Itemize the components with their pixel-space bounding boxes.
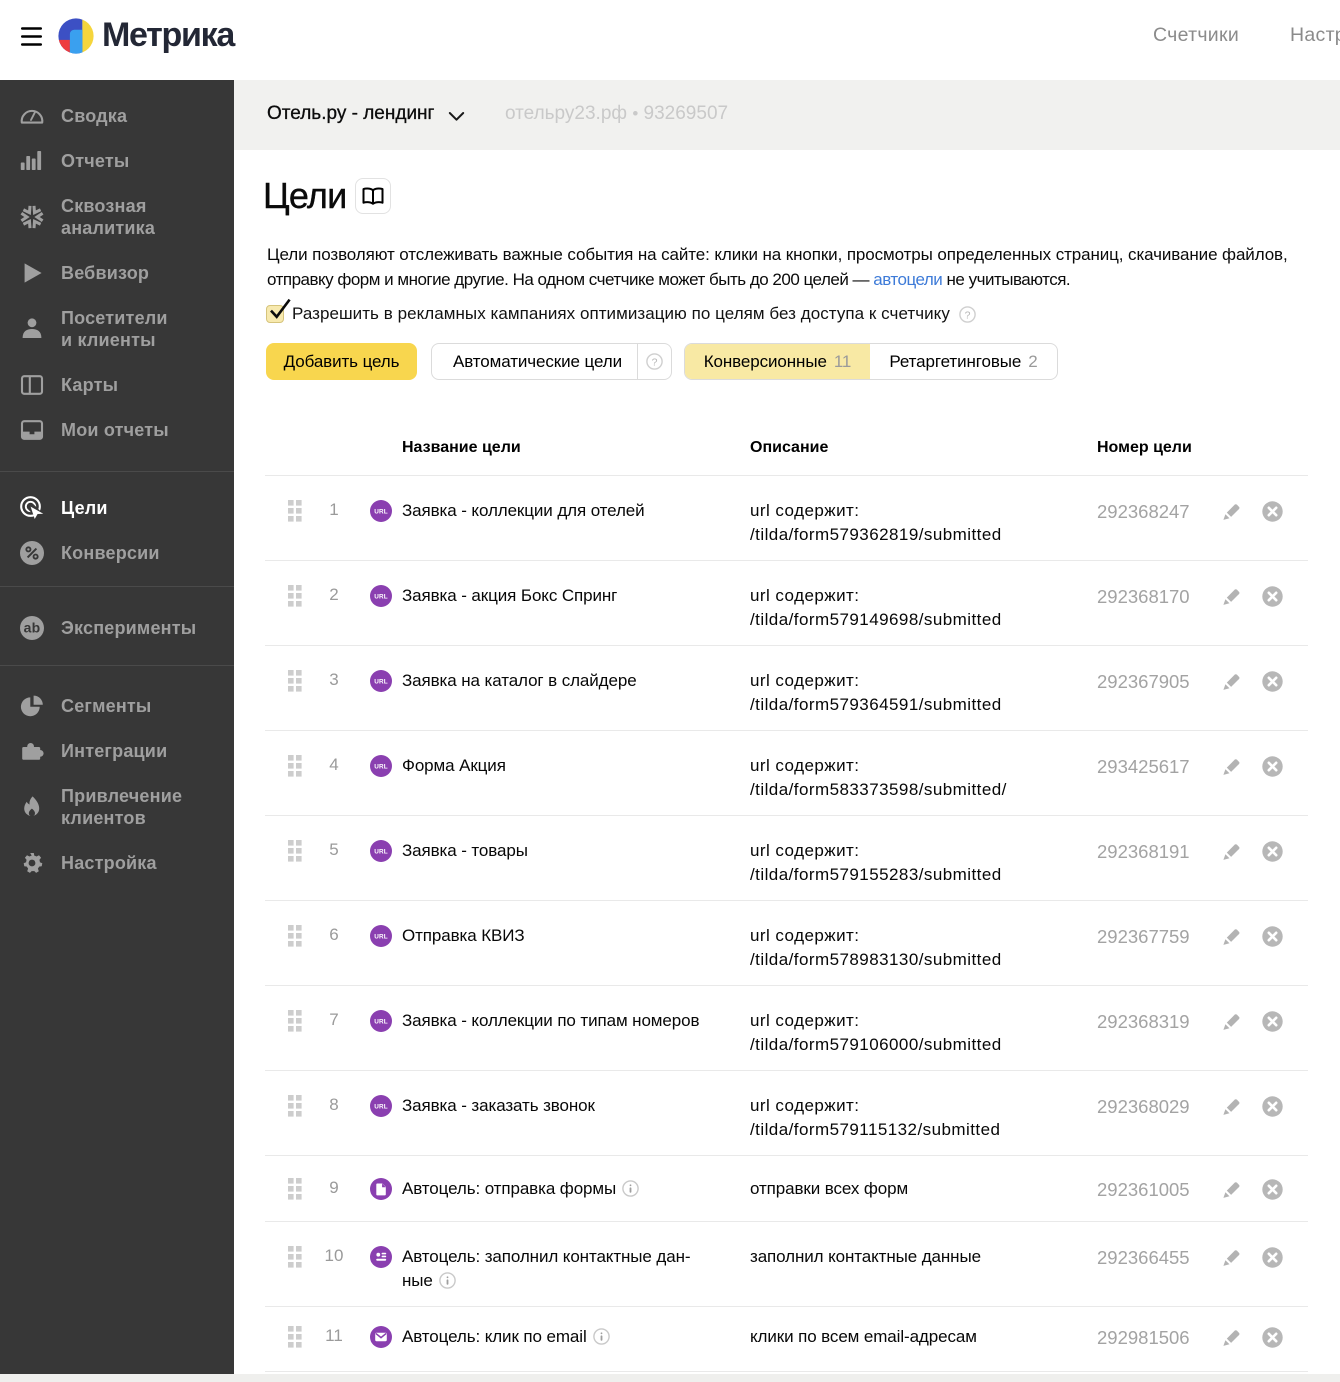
svg-text:URL: URL [374, 764, 387, 771]
svg-text:ab: ab [23, 619, 40, 635]
svg-text:URL: URL [374, 849, 387, 856]
svg-text:URL: URL [374, 1019, 387, 1026]
svg-text:URL: URL [374, 1104, 387, 1111]
svg-text:URL: URL [374, 594, 387, 601]
svg-text:?: ? [965, 309, 971, 321]
svg-text:URL: URL [374, 509, 387, 516]
svg-text:URL: URL [374, 934, 387, 941]
svg-text:URL: URL [374, 679, 387, 686]
svg-text:?: ? [652, 356, 658, 368]
